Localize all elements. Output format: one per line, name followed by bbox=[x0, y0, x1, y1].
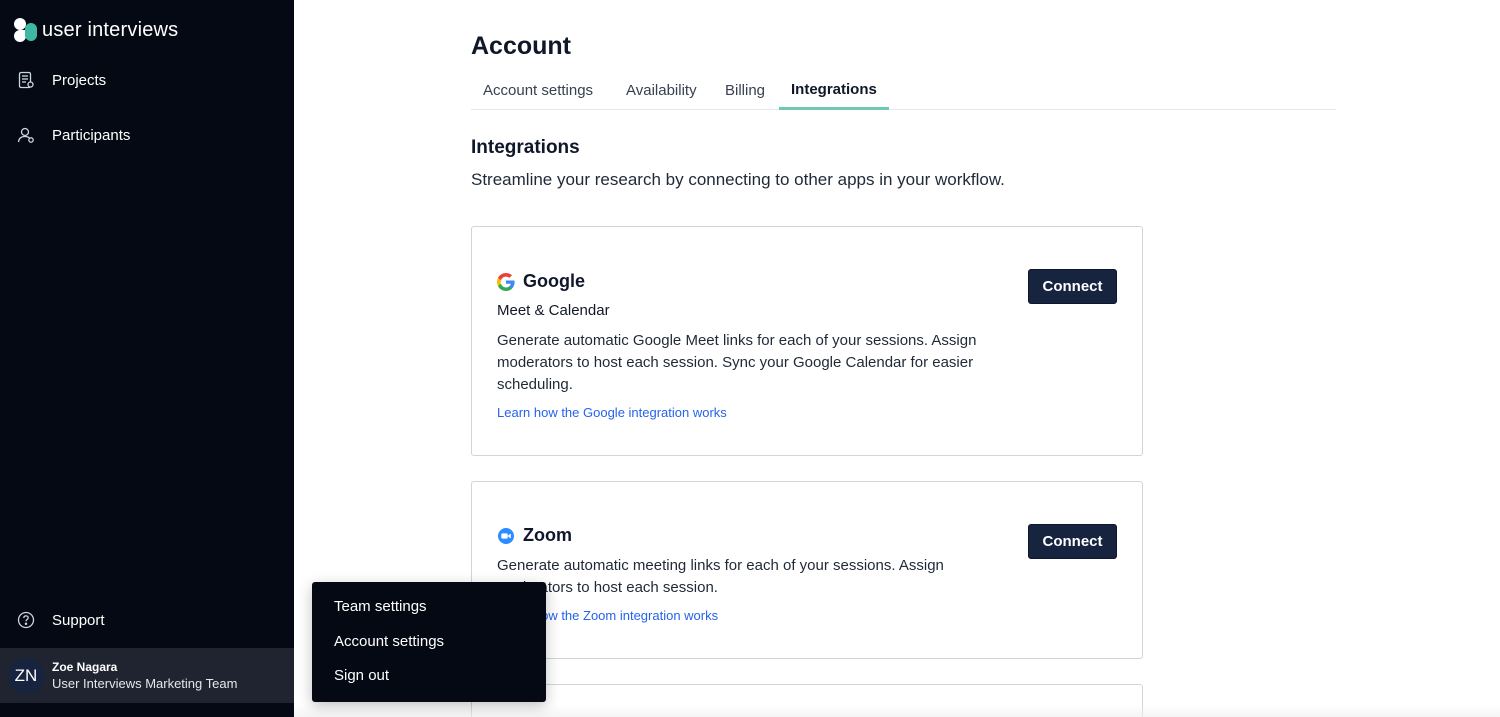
card-title: Zoom bbox=[523, 525, 572, 545]
sidebar: user interviews Projects Participants Su… bbox=[0, 0, 294, 717]
tab-account-settings[interactable]: Account settings bbox=[471, 74, 605, 110]
scroll-fade bbox=[294, 705, 1500, 717]
logo-text: user interviews bbox=[42, 18, 179, 41]
document-list-icon bbox=[16, 70, 36, 90]
card-description: Generate automatic meeting links for eac… bbox=[497, 557, 944, 596]
section-subtitle: Streamline your research by connecting t… bbox=[471, 170, 1005, 189]
section-title: Integrations bbox=[471, 137, 580, 158]
google-connect-button[interactable]: Connect bbox=[1028, 269, 1117, 304]
help-circle-icon bbox=[16, 610, 36, 630]
card-header: Google bbox=[497, 271, 585, 292]
menu-item-sign-out[interactable]: Sign out bbox=[312, 665, 546, 700]
card-title: Google bbox=[523, 271, 585, 291]
zoom-icon bbox=[497, 527, 515, 545]
page-title: Account bbox=[471, 32, 571, 60]
user-team: User Interviews Marketing Team bbox=[52, 675, 238, 691]
card-description: Generate automatic Google Meet links for… bbox=[497, 332, 977, 393]
person-icon bbox=[16, 125, 36, 145]
avatar: ZN bbox=[8, 657, 44, 694]
app-logo[interactable]: user interviews bbox=[14, 18, 178, 42]
sidebar-item-label: Projects bbox=[52, 71, 107, 89]
sidebar-item-projects[interactable]: Projects bbox=[16, 68, 106, 92]
tab-integrations[interactable]: Integrations bbox=[779, 74, 889, 110]
account-tabs: Account settings Availability Billing In… bbox=[471, 74, 1336, 110]
sidebar-item-label: Support bbox=[52, 611, 105, 629]
menu-item-team-settings[interactable]: Team settings bbox=[312, 596, 546, 631]
menu-item-account-settings[interactable]: Account settings bbox=[312, 631, 546, 666]
sidebar-item-label: Participants bbox=[52, 126, 131, 144]
google-learn-more-link[interactable]: Learn how the Google integration works bbox=[497, 405, 727, 420]
user-name: Zoe Nagara bbox=[52, 659, 118, 674]
card-subtitle: Meet & Calendar bbox=[497, 302, 610, 319]
user-account-menu[interactable]: ZN Zoe Nagara User Interviews Marketing … bbox=[0, 648, 294, 703]
tab-availability[interactable]: Availability bbox=[614, 74, 709, 110]
tab-billing[interactable]: Billing bbox=[713, 74, 777, 110]
account-popover-menu: Team settings Account settings Sign out bbox=[312, 582, 546, 702]
integration-card-google: Google Meet & Calendar Generate automati… bbox=[471, 226, 1143, 456]
logo-mark-icon bbox=[14, 18, 38, 42]
zoom-connect-button[interactable]: Connect bbox=[1028, 524, 1117, 559]
user-meta: Zoe Nagara User Interviews Marketing Tea… bbox=[52, 659, 237, 693]
sidebar-item-participants[interactable]: Participants bbox=[16, 123, 130, 147]
card-header: Zoom bbox=[497, 525, 572, 546]
google-icon bbox=[497, 272, 515, 291]
sidebar-item-support[interactable]: Support bbox=[16, 608, 105, 632]
integration-card-zoom: Zoom Generate automatic meeting links fo… bbox=[471, 481, 1143, 659]
